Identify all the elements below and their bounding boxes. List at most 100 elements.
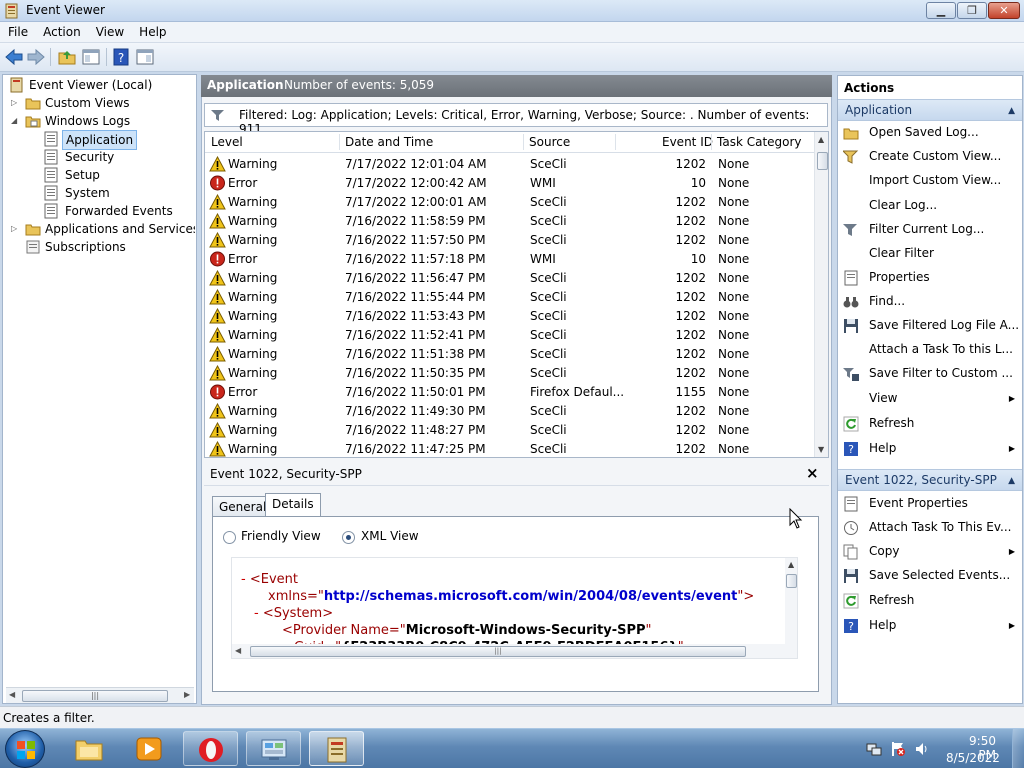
tree-item-custom-views[interactable]: ▷ Custom Views (11, 94, 191, 112)
actions-section-application[interactable]: Application ▲ (838, 99, 1022, 121)
taskbar-explorer[interactable] (62, 731, 117, 766)
forward-arrow-icon[interactable] (25, 47, 47, 67)
action-help[interactable]: ? Help ▶ (838, 438, 1022, 460)
table-row[interactable]: Error 7/16/2022 11:57:18 PM WMI 10 None (205, 250, 814, 269)
menu-help[interactable]: Help (131, 22, 173, 39)
taskbar-control-panel[interactable] (246, 731, 301, 766)
table-row[interactable]: Warning 7/16/2022 11:58:59 PM SceCli 1202 No… (205, 212, 814, 231)
tree-horizontal-scrollbar[interactable]: ◀ ||| ▶ (6, 687, 194, 703)
xml-collapse-toggle[interactable]: - (254, 606, 259, 621)
back-arrow-icon[interactable] (3, 47, 25, 67)
action-event-properties[interactable]: Event Properties (838, 493, 1022, 515)
action-copy[interactable]: Copy ▶ (838, 541, 1022, 563)
taskbar-event-viewer[interactable] (309, 731, 364, 766)
action-refresh[interactable]: Refresh (838, 413, 1022, 435)
scroll-down-icon[interactable]: ▼ (818, 445, 824, 454)
table-row[interactable]: Warning 7/17/2022 12:01:04 AM SceCli 1202 No… (205, 155, 814, 174)
action-help-event[interactable]: ? Help ▶ (838, 615, 1022, 637)
tree-item-forwarded-events[interactable]: Forwarded Events (43, 202, 183, 220)
expand-arrow-icon[interactable]: ▷ (11, 220, 17, 238)
column-header-task-category[interactable]: Task Category (717, 135, 802, 149)
collapse-icon[interactable]: ▲ (1008, 106, 1015, 116)
tree-item-subscriptions[interactable]: Subscriptions (11, 238, 191, 256)
start-button[interactable] (5, 730, 45, 768)
action-find[interactable]: Find... (838, 291, 1022, 313)
table-row[interactable]: Error 7/17/2022 12:00:42 AM WMI 10 None (205, 174, 814, 193)
tree-item-applications-and-services[interactable]: ▷ Applications and Services Lo (11, 220, 195, 238)
minimize-button[interactable]: ▁ (926, 2, 956, 19)
menu-action[interactable]: Action (35, 22, 88, 39)
action-refresh-event[interactable]: Refresh (838, 590, 1022, 612)
table-row[interactable]: Warning 7/16/2022 11:52:41 PM SceCli 1202 No… (205, 326, 814, 345)
tree-item-application[interactable]: Application (43, 130, 163, 150)
scroll-left-icon[interactable]: ◀ (9, 690, 15, 699)
column-header-source[interactable]: Source (529, 135, 570, 149)
column-divider[interactable] (615, 134, 616, 150)
action-view[interactable]: View ▶ (838, 388, 1022, 410)
clock-date[interactable]: 8/5/2022 (946, 751, 1000, 765)
tree-item-security[interactable]: Security (43, 148, 163, 166)
xml-vertical-scrollbar[interactable]: ▲ (785, 558, 797, 658)
maximize-button[interactable]: ❐ (957, 2, 987, 19)
table-row[interactable]: Warning 7/16/2022 11:51:38 PM SceCli 1202 No… (205, 345, 814, 364)
taskbar-media-player[interactable] (122, 731, 177, 766)
table-row[interactable]: Warning 7/16/2022 11:56:47 PM SceCli 1202 No… (205, 269, 814, 288)
column-divider[interactable] (711, 134, 712, 150)
action-open-saved-log[interactable]: Open Saved Log... (838, 122, 1022, 144)
tree-item-windows-logs[interactable]: ◢ Windows Logs (11, 112, 191, 130)
tab-details[interactable]: Details (265, 493, 321, 517)
action-filter-current-log[interactable]: Filter Current Log... (838, 219, 1022, 241)
table-row[interactable]: Warning 7/17/2022 12:00:01 AM SceCli 1202 No… (205, 193, 814, 212)
column-header-date[interactable]: Date and Time (345, 135, 433, 149)
scroll-thumb[interactable]: ||| (22, 690, 168, 702)
xml-horizontal-scrollbar[interactable]: ◀ ||| (232, 644, 785, 658)
action-attach-task-to-log[interactable]: Attach a Task To this L... (838, 339, 1022, 361)
xml-collapse-toggle[interactable]: - (241, 572, 246, 587)
taskbar-opera[interactable] (183, 731, 238, 766)
action-create-custom-view[interactable]: Create Custom View... (838, 146, 1022, 168)
collapse-arrow-icon[interactable]: ◢ (11, 112, 17, 130)
actions-section-event[interactable]: Event 1022, Security-SPP ▲ (838, 469, 1022, 491)
column-divider[interactable] (339, 134, 340, 150)
action-properties[interactable]: Properties (838, 267, 1022, 289)
table-row[interactable]: Warning 7/16/2022 11:55:44 PM SceCli 1202 No… (205, 288, 814, 307)
column-divider[interactable] (523, 134, 524, 150)
scroll-thumb[interactable] (786, 574, 797, 588)
xml-view-box[interactable]: - <Event xmlns="http://schemas.microsoft… (231, 557, 798, 659)
table-row[interactable]: Warning 7/16/2022 11:47:25 PM SceCli 1202 No… (205, 440, 814, 457)
menu-file[interactable]: File (0, 22, 35, 39)
table-row[interactable]: Warning 7/16/2022 11:50:35 PM SceCli 1202 No… (205, 364, 814, 383)
table-row[interactable]: Warning 7/16/2022 11:49:30 PM SceCli 1202 No… (205, 402, 814, 421)
folder-up-icon[interactable] (56, 47, 78, 67)
table-row[interactable]: Error 7/16/2022 11:50:01 PM Firefox Defaul… (205, 383, 814, 402)
scroll-up-icon[interactable]: ▲ (818, 135, 824, 144)
event-list-vertical-scrollbar[interactable]: ▲ ▼ (814, 132, 828, 457)
close-detail-icon[interactable]: × (806, 464, 819, 482)
tree-item-setup[interactable]: Setup (43, 166, 163, 184)
column-header-level[interactable]: Level (211, 135, 243, 149)
action-save-filtered-log-file[interactable]: Save Filtered Log File A... (838, 315, 1022, 337)
action-center-flag-icon[interactable] (890, 741, 906, 757)
scroll-thumb[interactable] (817, 152, 828, 170)
scroll-up-icon[interactable]: ▲ (788, 560, 794, 569)
action-attach-task-to-event[interactable]: Attach Task To This Ev... (838, 517, 1022, 539)
scroll-thumb[interactable]: ||| (250, 646, 746, 657)
help-icon[interactable]: ? (110, 47, 132, 67)
menu-view[interactable]: View (88, 22, 131, 39)
table-row[interactable]: Warning 7/16/2022 11:57:50 PM SceCli 1202 No… (205, 231, 814, 250)
column-header-event-id[interactable]: Event ID (662, 135, 713, 149)
action-save-filter-to-custom-view[interactable]: Save Filter to Custom ... (838, 363, 1022, 385)
network-icon[interactable] (866, 741, 882, 757)
expand-arrow-icon[interactable]: ▷ (11, 94, 17, 112)
action-clear-log[interactable]: Clear Log... (838, 195, 1022, 217)
tree-item-event-viewer-local[interactable]: Event Viewer (Local) (9, 76, 189, 94)
action-save-selected-events[interactable]: Save Selected Events... (838, 565, 1022, 587)
show-desktop-button[interactable] (1012, 729, 1024, 768)
action-import-custom-view[interactable]: Import Custom View... (838, 170, 1022, 192)
collapse-icon[interactable]: ▲ (1008, 476, 1015, 486)
xml-view-radio[interactable] (342, 531, 355, 544)
table-row[interactable]: Warning 7/16/2022 11:53:43 PM SceCli 1202 No… (205, 307, 814, 326)
friendly-view-radio[interactable] (223, 531, 236, 544)
close-button[interactable]: ✕ (988, 2, 1020, 19)
tree-item-system[interactable]: System (43, 184, 163, 202)
